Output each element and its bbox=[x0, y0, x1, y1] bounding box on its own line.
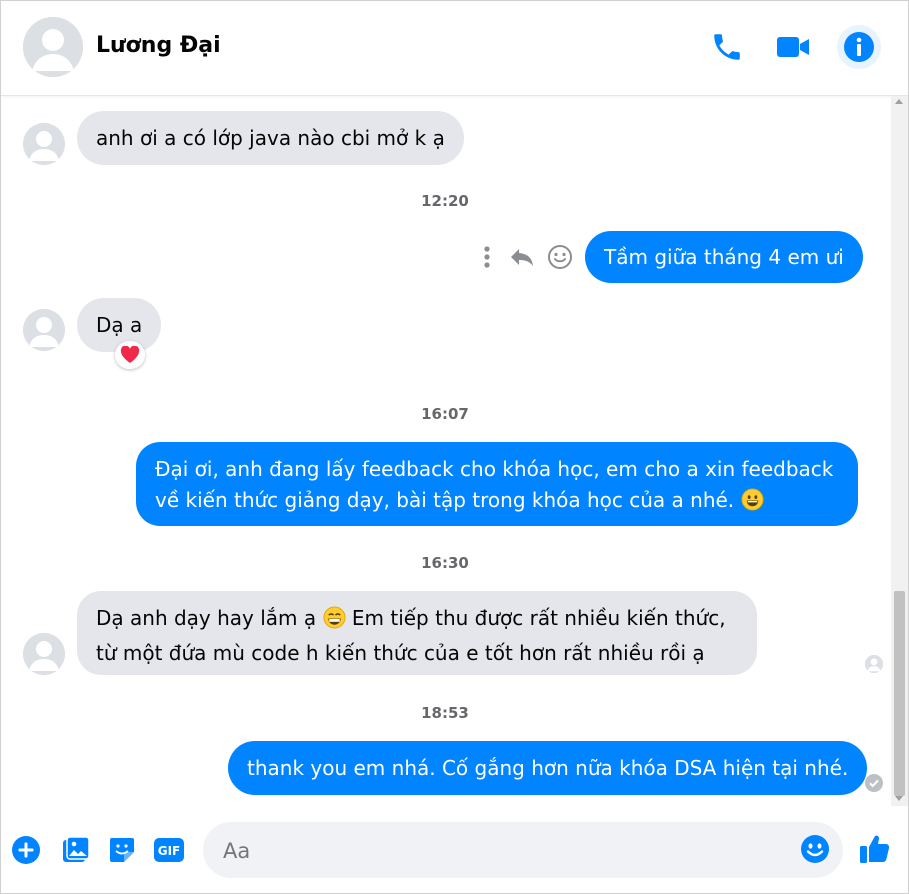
timestamp: 12:20 bbox=[421, 192, 469, 210]
react-icon[interactable] bbox=[545, 242, 575, 272]
message-text-line: Đại ơi, anh đang lấy feedback cho khóa h… bbox=[155, 457, 834, 481]
timestamp: 16:30 bbox=[421, 554, 469, 572]
message-bubble-outgoing[interactable]: thank you em nhá. Cố gắng hơn nữa khóa D… bbox=[228, 741, 868, 795]
beaming-face-emoji-icon bbox=[322, 606, 346, 638]
grinning-face-emoji-icon bbox=[740, 488, 764, 520]
message-bubble-incoming[interactable]: anh ơi a có lớp java nào cbi mở k ạ bbox=[77, 111, 464, 165]
reply-icon[interactable] bbox=[507, 242, 537, 272]
read-receipt-avatar bbox=[865, 655, 883, 673]
message-text: thank you em nhá. Cố gắng hơn nữa khóa D… bbox=[247, 756, 849, 780]
message-text: Dạ a bbox=[96, 313, 143, 337]
more-options-icon[interactable] bbox=[479, 241, 495, 273]
svg-text:GIF: GIF bbox=[158, 844, 181, 858]
message-text: anh ơi a có lớp java nào cbi mở k ạ bbox=[96, 126, 445, 150]
message-text-line: về kiến thức giảng dạy, bài tập trong kh… bbox=[155, 485, 839, 520]
message-text: Tầm giữa tháng 4 em ưi bbox=[604, 245, 844, 269]
scrollbar-thumb[interactable] bbox=[894, 591, 905, 796]
plus-icon[interactable] bbox=[10, 834, 42, 866]
message-bubble-incoming[interactable]: Dạ anh dạy hay lắm ạ Em tiếp thu được rấ… bbox=[77, 591, 757, 675]
chat-window: Lương Đại anh ơi a có lớp java nào cbi m… bbox=[0, 0, 909, 894]
video-camera-icon[interactable] bbox=[773, 27, 813, 67]
message-bubble-outgoing[interactable]: Tầm giữa tháng 4 em ưi bbox=[585, 231, 863, 283]
chat-header: Lương Đại bbox=[1, 1, 908, 96]
phone-icon[interactable] bbox=[707, 27, 747, 67]
sticker-icon[interactable] bbox=[105, 833, 139, 867]
scroll-down-arrow-icon[interactable] bbox=[895, 796, 903, 801]
gif-icon[interactable]: GIF bbox=[152, 835, 186, 865]
message-input[interactable] bbox=[221, 834, 785, 868]
scrollbar[interactable] bbox=[891, 96, 908, 806]
thumbs-up-icon[interactable] bbox=[856, 830, 894, 868]
delivered-check-icon bbox=[864, 773, 884, 793]
info-icon[interactable] bbox=[837, 25, 881, 69]
timestamp: 18:53 bbox=[421, 704, 469, 722]
message-input-wrapper[interactable] bbox=[203, 822, 843, 878]
scroll-up-arrow-icon[interactable] bbox=[895, 99, 903, 104]
contact-name[interactable]: Lương Đại bbox=[96, 33, 221, 58]
image-icon[interactable] bbox=[59, 833, 93, 867]
timestamp: 16:07 bbox=[421, 405, 469, 423]
contact-avatar-small[interactable] bbox=[23, 309, 65, 351]
message-text-line: từ một đứa mù code h kiến thức của e tốt… bbox=[96, 641, 705, 665]
contact-avatar[interactable] bbox=[23, 17, 83, 77]
message-text-line: Dạ anh dạy hay lắm ạ Em tiếp thu được rấ… bbox=[96, 603, 738, 638]
contact-avatar-small[interactable] bbox=[23, 123, 65, 165]
contact-avatar-small[interactable] bbox=[23, 633, 65, 675]
emoji-icon[interactable] bbox=[798, 832, 832, 866]
message-bubble-outgoing[interactable]: Đại ơi, anh đang lấy feedback cho khóa h… bbox=[136, 442, 858, 526]
heart-reaction-icon[interactable] bbox=[115, 341, 145, 369]
